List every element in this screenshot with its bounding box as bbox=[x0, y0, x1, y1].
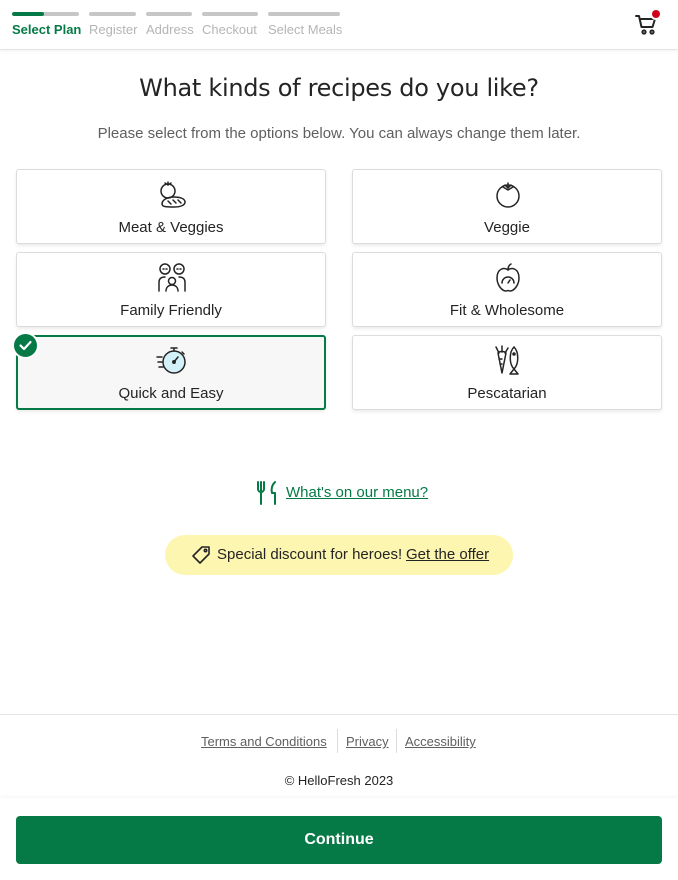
step-progress-bar bbox=[202, 12, 258, 16]
terms-link[interactable]: Terms and Conditions bbox=[201, 734, 327, 749]
preference-card-fit-wholesome[interactable]: Fit & Wholesome bbox=[352, 252, 662, 327]
preference-label: Meat & Veggies bbox=[118, 219, 224, 236]
step-checkout: Checkout bbox=[202, 12, 258, 37]
step-register: Register bbox=[89, 12, 138, 37]
family-icon bbox=[158, 263, 186, 292]
preference-card-quick-easy[interactable]: Quick and Easy bbox=[16, 335, 326, 410]
step-progress-bar bbox=[146, 12, 192, 16]
tomato-icon bbox=[496, 182, 520, 208]
discount-text: Special discount for heroes! bbox=[217, 546, 403, 563]
step-label: Register bbox=[89, 22, 138, 37]
progress-header: Select Plan Register Address Checkout Se… bbox=[0, 0, 678, 50]
cart-button[interactable] bbox=[635, 8, 662, 36]
preference-card-family-friendly[interactable]: Family Friendly bbox=[16, 252, 326, 327]
step-label: Address bbox=[146, 22, 194, 37]
copyright: © HelloFresh 2023 bbox=[284, 773, 394, 788]
stopwatch-icon bbox=[156, 347, 186, 374]
preference-label: Pescatarian bbox=[467, 385, 547, 402]
preference-label: Veggie bbox=[484, 219, 530, 236]
preference-label: Family Friendly bbox=[120, 302, 222, 319]
get-offer-link[interactable]: Get the offer bbox=[406, 546, 489, 563]
cart-badge bbox=[650, 8, 662, 20]
meat-veggies-icon bbox=[160, 181, 186, 208]
step-progress-bar bbox=[89, 12, 136, 16]
privacy-link[interactable]: Privacy bbox=[346, 734, 389, 749]
preference-label: Quick and Easy bbox=[118, 385, 224, 402]
preference-label: Fit & Wholesome bbox=[449, 302, 565, 319]
page-subtitle: Please select from the options below. Yo… bbox=[97, 125, 581, 142]
page-title: What kinds of recipes do you like? bbox=[139, 74, 539, 102]
step-progress-bar bbox=[12, 12, 79, 16]
footer-separator bbox=[396, 729, 397, 753]
step-address: Address bbox=[146, 12, 194, 37]
selected-check-icon bbox=[12, 332, 39, 359]
step-label: Checkout bbox=[202, 22, 257, 37]
step-label: Select Meals bbox=[268, 22, 343, 37]
discount-banner: Special discount for heroes! Get the off… bbox=[165, 535, 513, 575]
accessibility-link[interactable]: Accessibility bbox=[405, 734, 476, 749]
footer-separator bbox=[337, 729, 338, 753]
footer-divider bbox=[0, 714, 678, 715]
continue-button[interactable]: Continue bbox=[16, 816, 662, 864]
menu-link-text[interactable]: What's on our menu? bbox=[286, 484, 428, 501]
fork-knife-icon bbox=[257, 481, 276, 505]
step-select-meals: Select Meals bbox=[268, 12, 343, 37]
carrot-fish-icon bbox=[495, 345, 519, 375]
preference-card-pescatarian[interactable]: Pescatarian bbox=[352, 335, 662, 410]
apple-scale-icon bbox=[496, 263, 520, 292]
preference-card-meat-veggies[interactable]: Meat & Veggies bbox=[16, 169, 326, 244]
step-progress-bar bbox=[268, 12, 340, 16]
step-select-plan: Select Plan bbox=[12, 12, 82, 37]
tag-icon bbox=[192, 546, 210, 564]
step-label: Select Plan bbox=[12, 22, 82, 37]
preference-card-veggie[interactable]: Veggie bbox=[352, 169, 662, 244]
